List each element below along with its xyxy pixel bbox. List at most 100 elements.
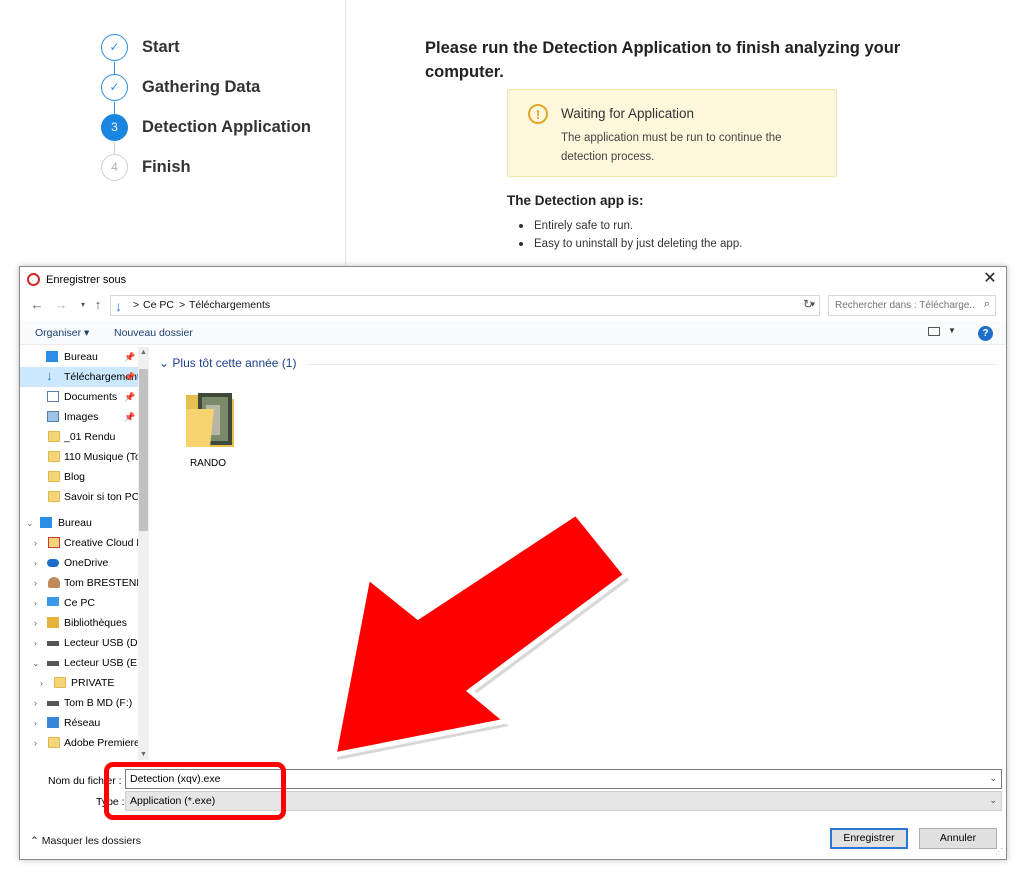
chevron-right-icon[interactable]: › bbox=[34, 633, 37, 653]
chevron-right-icon[interactable]: › bbox=[34, 613, 37, 633]
step-number: 3 bbox=[101, 113, 128, 141]
chevron-down-icon[interactable]: ⌄ bbox=[989, 773, 997, 784]
sidebar-item-label: Images bbox=[64, 411, 99, 423]
view-options-icon[interactable] bbox=[928, 327, 940, 336]
scroll-down-icon[interactable]: ▼ bbox=[139, 751, 148, 758]
list-item: Entirely safe to run. bbox=[517, 217, 742, 235]
step-label: Start bbox=[142, 37, 180, 56]
sidebar-item-label: Lecteur USB (D:) bbox=[64, 637, 138, 649]
network-icon bbox=[47, 717, 59, 728]
folder-icon bbox=[48, 491, 60, 502]
hide-folders-label: Masquer les dossiers bbox=[41, 835, 141, 847]
organize-button[interactable]: Organiser ▾ bbox=[35, 327, 89, 339]
sidebar-item-ce-pc[interactable]: › Ce PC bbox=[20, 593, 138, 613]
forward-arrow-icon[interactable]: → bbox=[53, 297, 69, 313]
resize-grip-icon[interactable]: ⋰ bbox=[995, 847, 1003, 856]
breadcrumb-separator: > bbox=[179, 299, 186, 311]
hide-folders-button[interactable]: ⌃ Masquer les dossiers bbox=[30, 835, 141, 847]
sidebar-item-telechargements[interactable]: ↓ Téléchargements 📌 bbox=[20, 367, 138, 387]
search-box[interactable]: ⌕ bbox=[828, 295, 996, 316]
step-label: Detection Application bbox=[142, 117, 311, 136]
chevron-down-icon: ⌄ bbox=[159, 356, 170, 370]
drive-icon bbox=[47, 641, 59, 646]
chevron-right-icon[interactable]: › bbox=[34, 713, 37, 733]
alert-text: The application must be run to continue … bbox=[561, 132, 782, 163]
desktop-icon bbox=[40, 517, 52, 528]
save-button[interactable]: Enregistrer bbox=[830, 828, 908, 849]
sidebar-scrollbar[interactable]: ▲ ▼ bbox=[138, 347, 149, 760]
sidebar-item-documents[interactable]: Documents 📌 bbox=[20, 387, 138, 407]
pin-icon: 📌 bbox=[124, 392, 136, 402]
download-icon: ↓ bbox=[115, 298, 122, 314]
chevron-right-icon[interactable]: › bbox=[34, 553, 37, 573]
folder-icon bbox=[48, 451, 60, 462]
drive-icon bbox=[47, 701, 59, 706]
sidebar-item-110-musique[interactable]: 110 Musique (To bbox=[20, 447, 138, 467]
step-finish: 4 Finish bbox=[101, 153, 191, 181]
sidebar-item-label: Ce PC bbox=[64, 597, 95, 609]
back-arrow-icon[interactable]: ← bbox=[29, 297, 45, 313]
sidebar-item-label: Lecteur USB (E:) bbox=[64, 657, 138, 669]
folder-icon bbox=[54, 677, 66, 688]
sidebar-item-bibliotheques[interactable]: › Bibliothèques bbox=[20, 613, 138, 633]
sidebar-item-adobe-premiere[interactable]: › Adobe Premiere bbox=[20, 733, 138, 753]
navigation-bar: ← → ▾ ↑ ↓ > Ce PC > Téléchargements ▾ ↻ … bbox=[20, 294, 1006, 318]
sidebar-item-label: _01 Rendu bbox=[64, 431, 116, 443]
sidebar-item-01-rendu[interactable]: _01 Rendu bbox=[20, 427, 138, 447]
sidebar-item-bureau-root[interactable]: ⌄ Bureau bbox=[20, 513, 138, 533]
chevron-down-icon[interactable]: ⌄ bbox=[26, 513, 34, 533]
sidebar-item-usb-d[interactable]: › Lecteur USB (D:) bbox=[20, 633, 138, 653]
sidebar-item-bureau[interactable]: Bureau 📌 bbox=[20, 347, 138, 367]
scrollbar-thumb[interactable] bbox=[139, 369, 148, 531]
file-name: RANDO bbox=[189, 458, 227, 469]
sidebar-item-label: Bibliothèques bbox=[64, 617, 128, 629]
address-bar[interactable]: ↓ > Ce PC > Téléchargements ▾ bbox=[110, 295, 820, 316]
sidebar-item-label: PRIVATE bbox=[71, 677, 115, 689]
opera-icon bbox=[27, 273, 40, 286]
new-folder-button[interactable]: Nouveau dossier bbox=[114, 327, 193, 339]
alert-title: Waiting for Application bbox=[561, 106, 695, 121]
pc-icon bbox=[47, 597, 59, 606]
sidebar-item-private[interactable]: › PRIVATE bbox=[20, 673, 138, 693]
step-start: ✓ Start bbox=[101, 33, 180, 61]
up-arrow-icon[interactable]: ↑ bbox=[90, 297, 106, 313]
sidebar-item-tom-b-md[interactable]: › Tom B MD (F:) bbox=[20, 693, 138, 713]
detection-wizard: ✓ Start ✓ Gathering Data 3 Detection App… bbox=[0, 0, 1024, 270]
chevron-right-icon[interactable]: › bbox=[34, 533, 37, 553]
sidebar-item-user[interactable]: › Tom BRESTENBA bbox=[20, 573, 138, 593]
waiting-alert: ! Waiting for Application The applicatio… bbox=[507, 89, 837, 177]
chevron-down-icon[interactable]: ⌄ bbox=[32, 653, 40, 673]
sidebar-item-onedrive[interactable]: › OneDrive bbox=[20, 553, 138, 573]
folder-icon bbox=[48, 471, 60, 482]
sidebar-item-creative-cloud[interactable]: › Creative Cloud F bbox=[20, 533, 138, 553]
search-input[interactable] bbox=[829, 296, 974, 315]
breadcrumb-telechargements[interactable]: Téléchargements bbox=[189, 299, 270, 311]
refresh-icon[interactable]: ↻ bbox=[803, 297, 813, 311]
file-item-rando[interactable]: RANDO bbox=[177, 383, 239, 471]
scroll-up-icon[interactable]: ▲ bbox=[139, 349, 148, 356]
close-icon[interactable]: ✕ bbox=[981, 270, 999, 288]
sidebar-item-reseau[interactable]: › Réseau bbox=[20, 713, 138, 733]
chevron-down-icon[interactable]: ▼ bbox=[948, 326, 956, 335]
documents-icon bbox=[47, 391, 59, 402]
help-icon[interactable]: ? bbox=[978, 326, 993, 341]
sidebar-item-savoir-si-ton-pc[interactable]: Savoir si ton PC bbox=[20, 487, 138, 507]
sidebar-item-usb-e[interactable]: ⌄ Lecteur USB (E:) bbox=[20, 653, 138, 673]
cancel-button[interactable]: Annuler bbox=[919, 828, 997, 849]
group-header[interactable]: ⌄ Plus tôt cette année (1) bbox=[159, 356, 997, 370]
chevron-right-icon[interactable]: › bbox=[40, 673, 43, 693]
chevron-right-icon[interactable]: › bbox=[34, 733, 37, 753]
sidebar-item-blog[interactable]: Blog bbox=[20, 467, 138, 487]
recent-dropdown-icon[interactable]: ▾ bbox=[75, 297, 91, 313]
step-gathering-data: ✓ Gathering Data bbox=[101, 73, 260, 101]
chevron-right-icon[interactable]: › bbox=[34, 593, 37, 613]
sidebar-item-images[interactable]: Images 📌 bbox=[20, 407, 138, 427]
dialog-toolbar: Organiser ▾ Nouveau dossier ▼ ? bbox=[20, 321, 1006, 345]
chevron-down-icon[interactable]: ⌄ bbox=[989, 795, 997, 806]
breadcrumb-ce-pc[interactable]: Ce PC bbox=[143, 299, 174, 311]
detection-app-bullets: Entirely safe to run. Easy to uninstall … bbox=[517, 217, 742, 253]
chevron-right-icon[interactable]: › bbox=[34, 693, 37, 713]
chevron-right-icon[interactable]: › bbox=[34, 573, 37, 593]
folder-icon bbox=[48, 737, 60, 748]
sidebar-item-label: Bureau bbox=[58, 517, 92, 529]
